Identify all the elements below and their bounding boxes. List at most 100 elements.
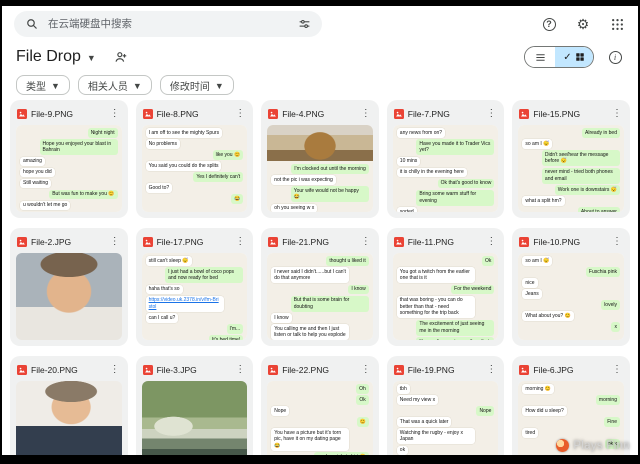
more-options-button[interactable]: ⋮ <box>611 236 623 247</box>
filter-chip-modified-label: 修改时间 <box>170 78 210 93</box>
chat-bubble: I know <box>271 313 291 323</box>
help-icon[interactable]: ? <box>540 15 558 33</box>
more-options-button[interactable]: ⋮ <box>109 364 121 375</box>
more-options-button[interactable]: ⋮ <box>109 108 121 119</box>
more-options-button[interactable]: ⋮ <box>109 236 121 247</box>
filter-chip-type-label: 类型 <box>26 78 46 93</box>
search-bar[interactable] <box>14 11 322 37</box>
chat-bubble: Oh <box>356 384 369 394</box>
more-options-button[interactable]: ⋮ <box>485 236 497 247</box>
file-card-header: File-11.PNG ⋮ <box>394 235 498 248</box>
file-grid: File-9.PNG ⋮ Night nightHope you enjoyed… <box>2 98 638 455</box>
more-options-button[interactable]: ⋮ <box>234 236 246 247</box>
chat-bubble: I just had a bowl of coco pops and now r… <box>165 267 243 283</box>
image-file-icon <box>268 109 278 119</box>
image-file-icon <box>17 109 27 119</box>
file-card[interactable]: File-22.PNG ⋮ OhOkNope😊You have a pictur… <box>261 356 379 455</box>
file-thumbnail: I am off to see the mighty SpursNo probl… <box>142 125 248 212</box>
file-name: File-15.PNG <box>533 109 607 119</box>
top-bar: ? ⚙ <box>2 6 638 42</box>
more-options-button[interactable]: ⋮ <box>360 108 372 119</box>
file-card[interactable]: File-10.PNG ⋮ so am I 😴Fuschia pinkniceJ… <box>512 228 630 346</box>
filter-chip-modified[interactable]: 修改时间 ▼ <box>160 75 234 95</box>
more-options-button[interactable]: ⋮ <box>485 364 497 375</box>
more-options-button[interactable]: ⋮ <box>234 364 246 375</box>
filter-chip-people[interactable]: 相关人员 ▼ <box>78 75 152 95</box>
chat-bubble: Jeans <box>522 289 541 299</box>
share-person-add-icon[interactable] <box>112 48 130 66</box>
file-card[interactable]: File-4.PNG ⋮ I'm clocked out until the m… <box>261 100 379 218</box>
image-file-icon <box>17 365 27 375</box>
file-card-header: File-19.PNG ⋮ <box>394 363 498 376</box>
chat-bubble: How did u sleep? <box>522 406 566 416</box>
image-file-icon <box>268 365 278 375</box>
chat-bubble: It's bed time! <box>209 335 243 340</box>
chat-bubble: send a cricket shirt 😊 <box>314 452 369 455</box>
grid-view-button[interactable]: ✓ <box>555 47 593 67</box>
image-file-icon <box>17 237 27 247</box>
file-thumbnail: so am I 😴Fuschia pinkniceJeanslovelyWhat… <box>518 253 624 340</box>
chat-bubble: amazing <box>20 157 45 167</box>
list-view-button[interactable] <box>525 47 555 67</box>
chat-bubble: Ok <box>482 256 494 266</box>
file-card[interactable]: File-2.JPG ⋮ <box>10 228 128 346</box>
file-card[interactable]: File-21.PNG ⋮ thought u liked itI never … <box>261 228 379 346</box>
image-file-icon <box>143 237 153 247</box>
file-card[interactable]: File-17.PNG ⋮ still can't sleep 😴I just … <box>136 228 254 346</box>
file-card-header: File-17.PNG ⋮ <box>143 235 247 248</box>
photo-preview-glass <box>267 125 373 161</box>
more-options-button[interactable]: ⋮ <box>611 108 623 119</box>
chat-preview: morning 😊morningHow did u sleep?Finetire… <box>518 381 624 455</box>
chat-bubble: You calling me and then I just listen or… <box>271 324 349 340</box>
file-thumbnail: thought u liked itI never said I didn't.… <box>267 253 373 340</box>
file-card[interactable]: File-6.JPG ⋮ morning 😊morningHow did u s… <box>512 356 630 455</box>
file-thumbnail: Ok You got a twitch from the earlier one … <box>393 253 499 340</box>
grid-view-icon <box>575 52 585 62</box>
file-card[interactable]: File-8.PNG ⋮ I am off to see the mighty … <box>136 100 254 218</box>
more-options-button[interactable]: ⋮ <box>611 364 623 375</box>
title-dropdown-caret[interactable]: ▼ <box>87 53 96 63</box>
more-options-button[interactable]: ⋮ <box>485 108 497 119</box>
file-thumbnail: Already in bedso am I 😴Didn't see/hear t… <box>518 125 624 212</box>
file-name: File-6.JPG <box>533 365 607 375</box>
chat-bubble: so am I 😴 <box>522 256 552 266</box>
settings-icon[interactable]: ⚙ <box>574 15 592 33</box>
search-options-icon[interactable] <box>295 15 313 33</box>
more-options-button[interactable]: ⋮ <box>234 108 246 119</box>
search-icon <box>23 15 41 33</box>
photo-preview-selfie <box>16 381 122 455</box>
chat-preview: any news from on?Have you made it to Tra… <box>393 125 499 212</box>
file-card[interactable]: File-11.PNG ⋮ Ok You got a twitch from th… <box>387 228 505 346</box>
chat-bubble: I'm... <box>227 324 244 334</box>
chat-bubble: Your wife would not be happy 😂 <box>291 186 369 202</box>
file-name: File-7.PNG <box>408 109 482 119</box>
chat-bubble: any news from on? <box>397 128 445 138</box>
chat-bubble: The excitement of just seeing me in the … <box>416 320 494 336</box>
file-card[interactable]: File-7.PNG ⋮ any news from on?Have you m… <box>387 100 505 218</box>
chat-bubble: Ok that's good to know <box>438 179 495 189</box>
more-options-button[interactable]: ⋮ <box>360 364 372 375</box>
chat-bubble: You got a twitch from the earlier one th… <box>397 267 475 283</box>
chat-bubble: You can't expect more than that every da… <box>416 337 494 340</box>
file-name: File-17.PNG <box>157 237 231 247</box>
chat-bubble: still can't sleep 😴 <box>146 256 192 266</box>
chat-bubble: tired <box>522 428 538 438</box>
chat-bubble: never mind - tried both phones and email <box>542 168 620 184</box>
filter-chip-type[interactable]: 类型 ▼ <box>16 75 70 95</box>
chat-bubble: Good tho? <box>88 212 117 213</box>
file-card[interactable]: File-9.PNG ⋮ Night nightHope you enjoyed… <box>10 100 128 218</box>
file-card[interactable]: File-15.PNG ⋮ Already in bedso am I 😴Did… <box>512 100 630 218</box>
chevron-down-icon: ▼ <box>215 81 224 91</box>
toolbar-right: ? ⚙ <box>540 15 626 33</box>
file-card[interactable]: File-19.PNG ⋮ tbhNeed my view xNopeThat … <box>387 356 505 455</box>
search-input[interactable] <box>48 18 288 30</box>
more-options-button[interactable]: ⋮ <box>360 236 372 247</box>
photo-preview-portrait <box>16 253 122 340</box>
chat-bubble: Already in bed <box>582 128 620 138</box>
apps-grid-icon[interactable] <box>608 15 626 33</box>
file-card[interactable]: File-3.JPG ⋮ <box>136 356 254 455</box>
info-icon[interactable]: i <box>606 48 624 66</box>
chat-bubble: thought u liked it <box>326 256 368 266</box>
chat-bubble: No problems <box>146 139 180 149</box>
file-card[interactable]: File-20.PNG ⋮ <box>10 356 128 455</box>
